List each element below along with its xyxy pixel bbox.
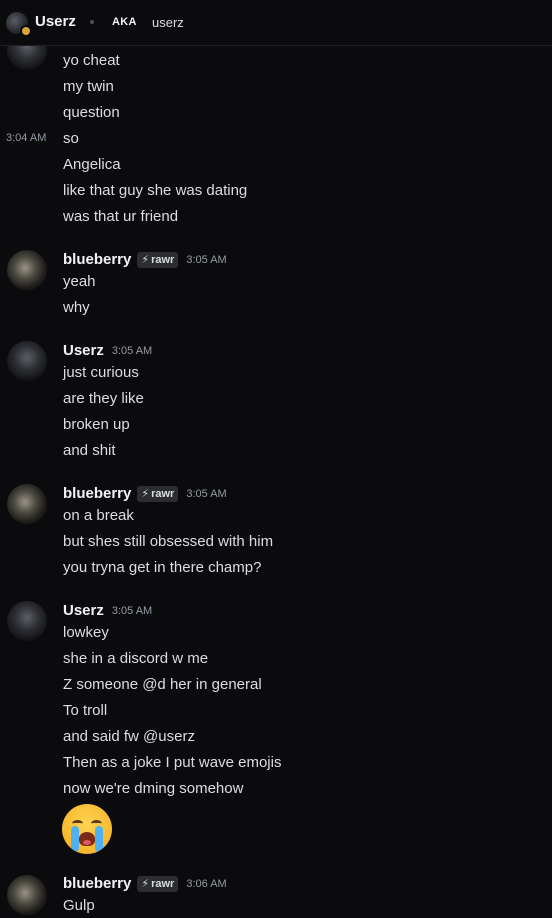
server-tag[interactable]: ⚡ rawr <box>137 875 179 892</box>
message-line: To troll <box>63 702 108 719</box>
message-line: she in a discord w me <box>63 650 209 667</box>
message-line: and said fw @userz <box>63 728 195 745</box>
message-timestamp: 3:05 AM <box>186 253 227 266</box>
server-tag[interactable]: ⚡ rawr <box>137 485 179 502</box>
lightning-icon: ⚡ <box>141 878 150 890</box>
avatar[interactable] <box>7 341 47 381</box>
header-separator-dot <box>90 20 94 24</box>
message-header: blueberry ⚡ rawr 3:05 AM <box>63 485 227 502</box>
avatar[interactable] <box>7 875 47 915</box>
message-line: on a break <box>63 507 134 524</box>
avatar[interactable] <box>7 601 47 641</box>
message-header: Userz 3:05 AM <box>63 602 152 619</box>
aka-label: AKA <box>112 16 137 28</box>
message-timestamp: 3:05 AM <box>111 604 153 617</box>
hover-timestamp: 3:04 AM <box>6 132 47 144</box>
message-header: blueberry ⚡ rawr 3:06 AM <box>63 875 227 892</box>
message-line: Then as a joke I put wave emojis <box>63 754 282 771</box>
emoji-tongue <box>83 840 91 845</box>
message-header: blueberry ⚡ rawr 3:05 AM <box>63 251 227 268</box>
author-name[interactable]: blueberry <box>63 485 131 502</box>
server-tag-label: rawr <box>151 487 175 500</box>
status-indicator <box>20 25 32 37</box>
author-name[interactable]: blueberry <box>63 875 131 892</box>
message-line: but shes still obsessed with him <box>63 533 274 550</box>
server-tag-label: rawr <box>151 253 175 266</box>
author-name[interactable]: blueberry <box>63 251 131 268</box>
server-tag[interactable]: ⚡ rawr <box>137 251 179 268</box>
message-line: yeah <box>63 273 96 290</box>
message-header: Userz 3:05 AM <box>63 342 152 359</box>
message-line: like that guy she was dating <box>63 182 248 199</box>
author-name[interactable]: Userz <box>63 342 104 359</box>
lightning-icon: ⚡ <box>141 488 150 500</box>
server-tag-label: rawr <box>151 877 175 890</box>
avatar[interactable] <box>7 484 47 524</box>
lightning-icon: ⚡ <box>141 254 150 266</box>
message-line: now we're dming somehow <box>63 780 244 797</box>
avatar[interactable] <box>7 250 47 290</box>
message-line: are they like <box>63 390 144 407</box>
loudly-crying-face-emoji-icon[interactable] <box>62 804 112 854</box>
emoji-tear <box>71 826 79 852</box>
message-line: was that ur friend <box>63 208 179 225</box>
message-line: why <box>63 299 90 316</box>
message-line: my twin <box>63 78 114 95</box>
message-timestamp: 3:06 AM <box>186 877 227 890</box>
author-name[interactable]: Userz <box>63 602 104 619</box>
message-line: you tryna get in there champ? <box>63 559 262 576</box>
message-line: just curious <box>63 364 139 381</box>
message-line: Z someone @d her in general <box>63 676 262 693</box>
message-timestamp: 3:05 AM <box>186 487 227 500</box>
message-line: lowkey <box>63 624 109 641</box>
channel-header: Userz AKA userz <box>0 0 552 46</box>
emoji-tear <box>95 826 103 852</box>
message-line: yo cheat <box>63 52 120 69</box>
message-line: so <box>63 130 79 147</box>
message-line: and shit <box>63 442 116 459</box>
message-line: broken up <box>63 416 130 433</box>
aka-name: userz <box>152 15 184 30</box>
message-line: Gulp <box>63 897 95 914</box>
message-timestamp: 3:05 AM <box>111 344 153 357</box>
message-line: question <box>63 104 120 121</box>
message-line: Angelica <box>63 156 121 173</box>
header-title[interactable]: Userz <box>35 13 76 30</box>
